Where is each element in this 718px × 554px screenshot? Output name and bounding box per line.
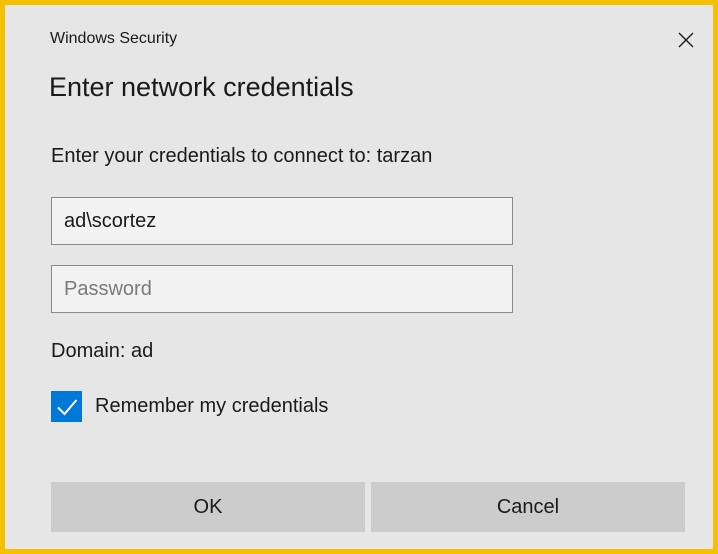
password-field[interactable] [51,265,513,313]
dialog-heading: Enter network credentials [49,72,354,102]
credentials-dialog: Windows Security Enter network credentia… [5,5,713,549]
cancel-button[interactable]: Cancel [371,482,685,532]
remember-credentials-checkbox[interactable]: Remember my credentials [51,391,328,422]
connect-prompt: Enter your credentials to connect to: ta… [51,145,433,167]
username-field[interactable] [51,197,513,245]
domain-label: Domain: ad [51,340,154,362]
ok-button[interactable]: OK [51,482,365,532]
remember-credentials-label: Remember my credentials [95,395,329,417]
window-title: Windows Security [50,30,178,47]
close-icon [678,32,694,48]
checkmark-icon [56,398,77,415]
close-button[interactable] [669,23,703,57]
checkbox[interactable] [51,391,82,422]
